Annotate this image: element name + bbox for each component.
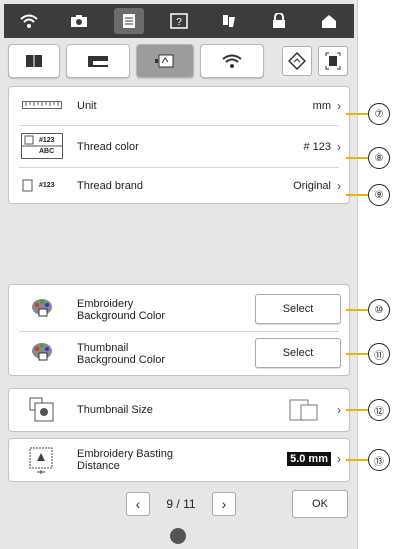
thumbnail-bg-label-1: Thumbnail [77, 342, 129, 354]
update-button[interactable] [282, 46, 312, 76]
thumbnail-size-icon [17, 397, 67, 423]
tab-sewing[interactable] [66, 44, 130, 78]
callout-leader [346, 157, 368, 159]
callout-leader [346, 353, 368, 355]
wifi-icon [222, 54, 242, 68]
thumbnail-size-panel: Thumbnail Size › [8, 388, 350, 432]
thumbnail-size-label: Thumbnail Size [77, 404, 153, 416]
callout-thumbnail-size: ⑫ [368, 399, 390, 421]
unit-label: Unit [77, 100, 97, 112]
thumbnail-size-preview-icon [289, 399, 319, 426]
thread-color-icon-bottom: ABC [39, 148, 55, 155]
embroidery-bg-label-1: Embroidery [77, 298, 134, 310]
thread-brand-row[interactable]: #123 Thread brand Original › [9, 171, 349, 201]
book-icon [26, 55, 42, 67]
thread-color-icon-top: #123 [39, 137, 55, 144]
camera-icon[interactable] [64, 8, 94, 34]
tab-embroidery[interactable] [136, 44, 194, 78]
callout-thread-color: ⑧ [368, 147, 390, 169]
thumbnail-bg-label-2: Background Color [77, 354, 166, 366]
thumbnail-bg-select-button[interactable]: Select [255, 338, 341, 368]
unit-row[interactable]: Unit mm › [9, 91, 349, 121]
callout-thread-brand: ⑨ [368, 184, 390, 206]
wifi-icon[interactable] [14, 8, 44, 34]
document-icon[interactable] [114, 8, 144, 34]
top-bar: ? [4, 4, 354, 38]
thumbnail-bg-row: Thumbnail Background Color Select [9, 333, 349, 373]
callout-thumbnail-bg: ⑪ [368, 343, 390, 365]
unit-value: mm [312, 100, 331, 112]
callout-basting: ⑬ [368, 449, 390, 471]
chevron-right-icon: › [337, 179, 341, 193]
chevron-right-icon: › [337, 452, 341, 466]
chevron-right-icon: › [337, 140, 341, 154]
palette-icon [17, 341, 67, 361]
help-icon[interactable]: ? [164, 8, 194, 34]
basting-icon [17, 445, 67, 475]
thread-icon[interactable] [214, 8, 244, 34]
ok-button[interactable]: OK [292, 490, 348, 518]
embroidery-frame-icon [155, 54, 174, 68]
category-tabs [8, 44, 350, 80]
thread-settings-panel: Unit mm › #123 ABC Thread color # 123 › … [8, 86, 350, 204]
palette-icon [17, 297, 67, 317]
thumbnail-size-row[interactable]: Thumbnail Size › [9, 389, 349, 431]
thread-color-row[interactable]: #123 ABC Thread color # 123 › [9, 131, 349, 163]
home-icon[interactable] [314, 8, 344, 34]
fullscreen-button[interactable] [318, 46, 348, 76]
divider [19, 331, 339, 332]
page-indicator: 9 / 11 [166, 497, 196, 511]
basting-value: 5.0 mm [287, 452, 331, 466]
embroidery-bg-row: Embroidery Background Color Select [9, 289, 349, 329]
thread-brand-icon-text: #123 [39, 182, 55, 189]
callout-leader [346, 194, 368, 196]
thread-brand-label: Thread brand [77, 180, 144, 192]
thread-color-value: # 123 [303, 141, 331, 153]
previous-page-button[interactable]: ‹ [126, 492, 150, 516]
chevron-right-icon: › [221, 496, 227, 512]
ruler-icon [17, 101, 67, 109]
thread-color-label: Thread color [77, 141, 139, 153]
embroidery-bg-select-button[interactable]: Select [255, 294, 341, 324]
tab-book[interactable] [8, 44, 60, 78]
basting-row[interactable]: Embroidery Basting Distance 5.0 mm › [9, 439, 349, 481]
callout-leader [346, 409, 368, 411]
sewing-machine-icon [88, 56, 108, 67]
basting-label-1: Embroidery Basting [77, 448, 173, 460]
next-page-button[interactable]: › [212, 492, 236, 516]
callout-leader [346, 309, 368, 311]
callout-leader [346, 459, 368, 461]
basting-label-2: Distance [77, 460, 120, 472]
callout-leader [346, 113, 368, 115]
callout-embroidery-bg: ⑩ [368, 299, 390, 321]
divider [19, 167, 339, 168]
svg-text:?: ? [176, 17, 182, 28]
fullscreen-icon [325, 52, 341, 70]
callout-unit: ⑦ [368, 103, 390, 125]
lock-icon[interactable] [264, 8, 294, 34]
basting-panel: Embroidery Basting Distance 5.0 mm › [8, 438, 350, 482]
clock-icon [170, 528, 186, 544]
tab-network[interactable] [200, 44, 264, 78]
background-color-panel: Embroidery Background Color Select Thumb… [8, 284, 350, 376]
settings-screen: ? Unit mm › #123 ABC Thread color # 123 … [0, 0, 358, 549]
chevron-right-icon: › [337, 99, 341, 113]
thread-brand-value: Original [293, 180, 331, 192]
embroidery-bg-label-2: Background Color [77, 310, 166, 322]
basting-value-text: 5.0 mm [287, 452, 331, 466]
update-icon [288, 52, 306, 70]
chevron-right-icon: › [337, 403, 341, 417]
divider [19, 125, 339, 126]
chevron-left-icon: ‹ [135, 496, 141, 512]
